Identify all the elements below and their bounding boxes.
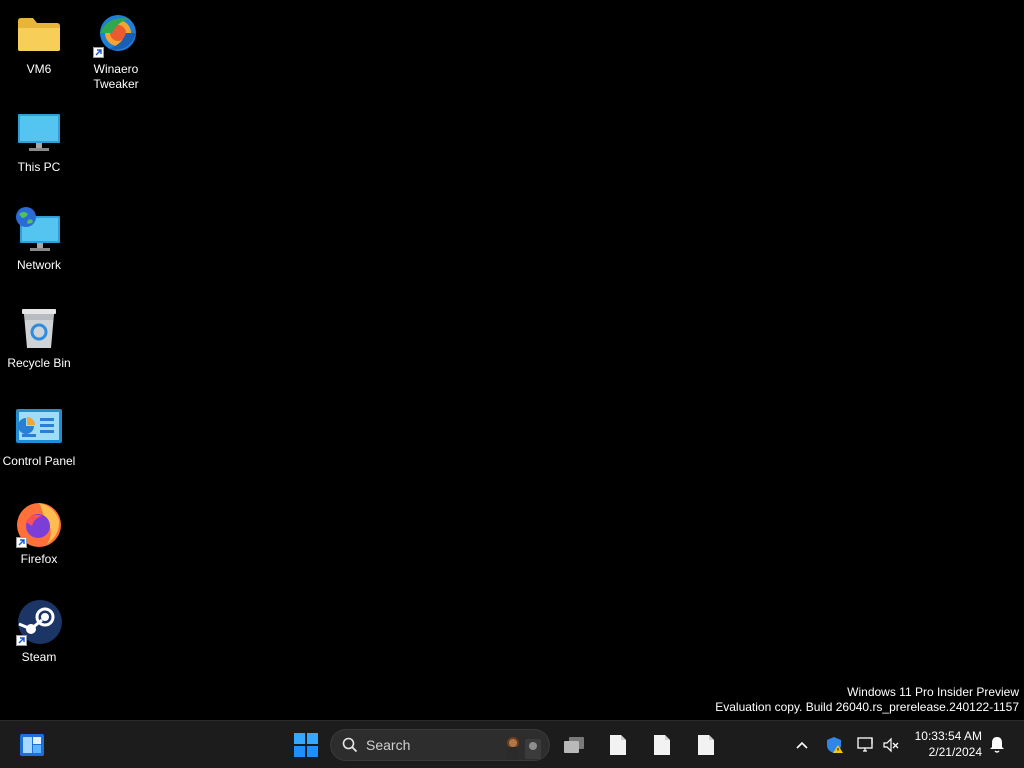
widgets-button[interactable] xyxy=(14,729,50,761)
widgets-icon xyxy=(20,734,44,756)
windows-security-tray-button[interactable] xyxy=(823,733,847,757)
steam-icon xyxy=(14,598,64,646)
desktop-icon-steam[interactable]: Steam xyxy=(1,592,77,682)
watermark-line-1: Windows 11 Pro Insider Preview xyxy=(847,685,1019,699)
chevron-up-icon xyxy=(796,741,808,749)
desktop-icon-label: Recycle Bin xyxy=(7,356,71,370)
firefox-icon xyxy=(14,500,64,548)
search-icon xyxy=(342,737,358,753)
security-shield-warning-icon xyxy=(827,737,843,753)
volume-tray-button[interactable] xyxy=(879,733,903,757)
desktop-icon-winaero-tweaker[interactable]: Winaero Tweaker xyxy=(78,4,154,94)
taskbar-app-file-2[interactable] xyxy=(646,729,678,761)
windows-logo-icon xyxy=(294,733,318,757)
shortcut-arrow-icon xyxy=(16,635,27,646)
document-icon xyxy=(654,735,670,755)
desktop-icon-label: Winaero Tweaker xyxy=(93,62,139,91)
volume-muted-icon xyxy=(883,737,899,753)
taskbar[interactable]: Search 10:33:54 AM 2/21/2024 xyxy=(0,720,1024,768)
desktop-icon-this-pc[interactable]: This PC xyxy=(1,102,77,192)
desktop-icon-network[interactable]: Network xyxy=(1,200,77,290)
desktop-icon-recycle-bin[interactable]: Recycle Bin xyxy=(1,298,77,388)
monitor-icon xyxy=(14,108,64,156)
desktop-icon-label: Control Panel xyxy=(2,454,76,468)
clock-date: 2/21/2024 xyxy=(928,745,982,759)
winaero-tweaker-icon xyxy=(91,10,141,58)
document-icon xyxy=(610,735,626,755)
network-globe-icon xyxy=(14,206,64,254)
recycle-bin-icon xyxy=(14,304,64,352)
desktop[interactable]: VM6 Winaero Tweaker This PC Network Recy… xyxy=(0,0,1024,720)
folder-icon xyxy=(14,10,64,58)
task-view-button[interactable] xyxy=(558,729,590,761)
network-monitor-icon xyxy=(857,737,873,752)
desktop-icon-control-panel[interactable]: Control Panel xyxy=(1,396,77,486)
watermark-line-2: Evaluation copy. Build 26040.rs_prerelea… xyxy=(715,700,1019,714)
taskbar-clock[interactable]: 10:33:54 AM 2/21/2024 xyxy=(915,728,982,760)
shortcut-arrow-icon xyxy=(93,47,104,58)
search-placeholder: Search xyxy=(366,737,411,753)
control-panel-icon xyxy=(14,402,64,450)
desktop-icon-label: VM6 xyxy=(26,62,52,76)
start-button[interactable] xyxy=(288,729,324,761)
desktop-icon-firefox[interactable]: Firefox xyxy=(1,494,77,584)
notifications-button[interactable] xyxy=(986,733,1008,757)
network-tray-button[interactable] xyxy=(854,733,878,757)
desktop-icon-label: Firefox xyxy=(20,552,58,566)
clock-time: 10:33:54 AM xyxy=(914,729,982,743)
task-view-icon xyxy=(564,737,584,753)
taskbar-search-box[interactable]: Search xyxy=(330,729,550,761)
shortcut-arrow-icon xyxy=(16,537,27,548)
desktop-icon-label: This PC xyxy=(17,160,61,174)
desktop-icon-label: Steam xyxy=(21,650,57,664)
bell-icon xyxy=(990,737,1004,753)
desktop-icon-label: Network xyxy=(16,258,61,272)
evaluation-watermark: Windows 11 Pro Insider Preview Evaluatio… xyxy=(715,685,1019,715)
taskbar-app-file-3[interactable] xyxy=(690,729,722,761)
taskbar-app-file-1[interactable] xyxy=(602,729,634,761)
document-icon xyxy=(698,735,714,755)
search-highlight-icon xyxy=(501,733,543,759)
show-hidden-icons-button[interactable] xyxy=(790,733,814,757)
desktop-icon-vm6[interactable]: VM6 xyxy=(1,4,77,94)
